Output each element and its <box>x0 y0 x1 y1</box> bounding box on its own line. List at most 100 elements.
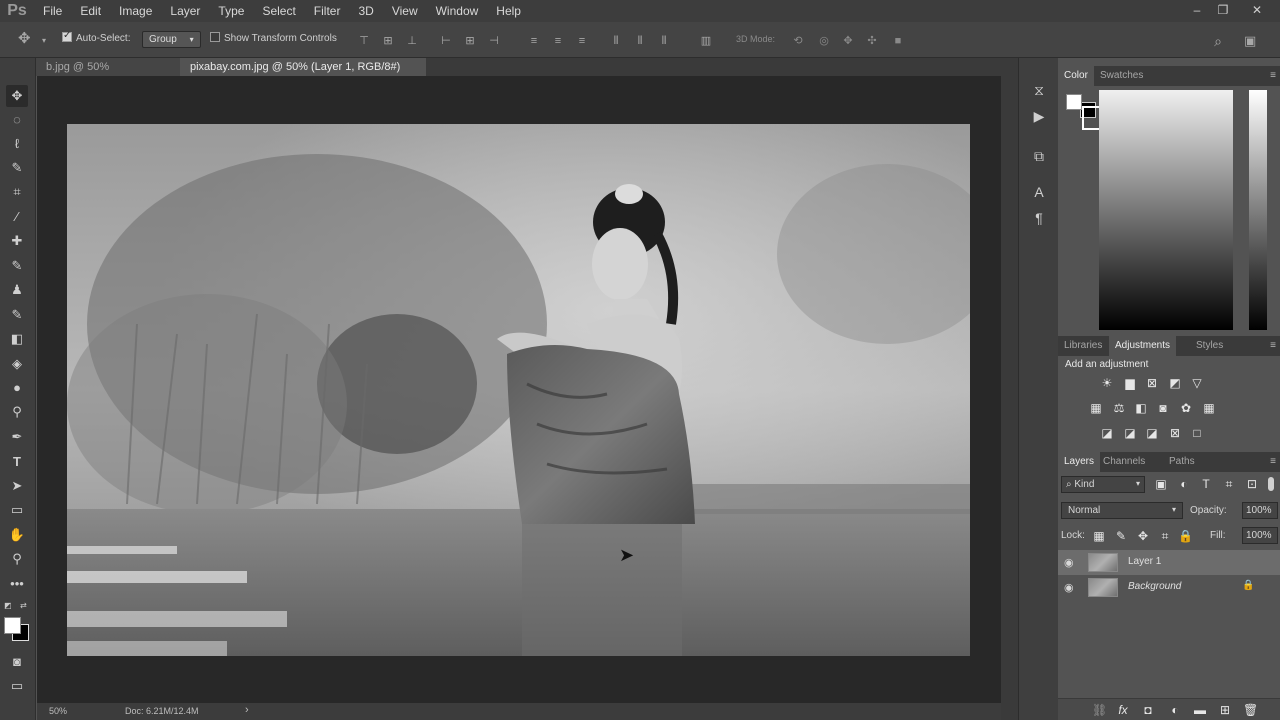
filter-type-icon[interactable]: T <box>1199 477 1213 491</box>
tab-adjustments[interactable]: Adjustments <box>1109 336 1177 356</box>
vertical-scrollbar[interactable] <box>1001 76 1018 720</box>
channel-mixer-icon[interactable]: ✿ <box>1179 401 1193 415</box>
quick-select-tool-icon[interactable]: ✎ <box>6 157 28 179</box>
opacity-input[interactable]: 100% <box>1242 502 1278 519</box>
screen-mode-icon[interactable]: ▭ <box>6 675 28 697</box>
photo-filter-icon[interactable]: ◙ <box>1156 401 1170 415</box>
more-tools-icon[interactable]: ••• <box>6 573 28 595</box>
auto-align-icon[interactable]: ▥ <box>700 35 712 47</box>
zoom-tool-icon[interactable]: ⚲ <box>6 548 28 570</box>
tab-layers[interactable]: Layers <box>1058 452 1101 472</box>
adjustments-panel-menu-icon[interactable]: ≡ <box>1270 340 1276 351</box>
healing-brush-tool-icon[interactable]: ✚ <box>6 230 28 252</box>
menu-type[interactable]: Type <box>209 4 253 18</box>
distribute-vcenter-icon[interactable]: ≡ <box>552 35 564 47</box>
lock-image-icon[interactable]: ✎ <box>1114 529 1128 543</box>
menu-select[interactable]: Select <box>253 4 304 18</box>
menu-image[interactable]: Image <box>110 4 161 18</box>
filter-adjustment-icon[interactable]: ◐ <box>1177 477 1191 491</box>
menu-help[interactable]: Help <box>487 4 530 18</box>
align-top-icon[interactable]: ⊤ <box>358 35 370 47</box>
new-layer-icon[interactable]: ⊞ <box>1218 703 1232 717</box>
distribute-left-icon[interactable]: ⦀ <box>610 35 622 47</box>
path-selection-tool-icon[interactable]: ➤ <box>6 475 28 497</box>
move-tool-preset-icon[interactable]: ✥ <box>18 31 31 46</box>
foreground-color-swatch[interactable] <box>4 617 21 634</box>
tab-libraries[interactable]: Libraries <box>1058 336 1108 356</box>
exposure-icon[interactable]: ◩ <box>1168 376 1182 390</box>
paint-bucket-tool-icon[interactable]: ◈ <box>6 353 28 375</box>
clone-stamp-tool-icon[interactable]: ♟ <box>6 279 28 301</box>
layer-name[interactable]: Background <box>1128 581 1181 592</box>
layer-filter-dropdown[interactable]: ⌕ Kind ▾ <box>1061 476 1145 493</box>
history-panel-icon[interactable]: ⧖ <box>1029 80 1049 100</box>
posterize-icon[interactable]: ◪ <box>1123 426 1137 440</box>
move-tool-icon[interactable]: ✥ <box>6 85 28 107</box>
filter-smart-object-icon[interactable]: ⊡ <box>1245 477 1259 491</box>
align-bottom-icon[interactable]: ⊥ <box>406 35 418 47</box>
lock-artboard-icon[interactable]: ⌗ <box>1158 529 1172 543</box>
menu-view[interactable]: View <box>383 4 427 18</box>
menu-3d[interactable]: 3D <box>349 4 382 18</box>
menu-layer[interactable]: Layer <box>161 4 209 18</box>
visibility-eye-icon[interactable]: ◉ <box>1064 556 1074 569</box>
distribute-right-icon[interactable]: ⦀ <box>658 35 670 47</box>
filter-shape-icon[interactable]: ⌗ <box>1222 477 1236 491</box>
black-white-icon[interactable]: ◧ <box>1134 401 1148 415</box>
curves-icon[interactable]: ⊠ <box>1145 376 1159 390</box>
fx-icon[interactable]: fx <box>1116 703 1130 717</box>
filter-toggle[interactable] <box>1268 477 1274 491</box>
quick-mask-icon[interactable]: ◙ <box>6 651 28 673</box>
eyedropper-tool-icon[interactable]: ⁄ <box>6 206 28 228</box>
pen-tool-icon[interactable]: ✒ <box>6 426 28 448</box>
workspace-icon[interactable]: ▣ <box>1244 34 1256 47</box>
new-group-icon[interactable]: ▬ <box>1193 703 1207 717</box>
blend-mode-dropdown[interactable]: Normal ▾ <box>1061 502 1183 519</box>
swap-colors-icon[interactable]: ⇄ <box>20 601 27 610</box>
delete-layer-icon[interactable]: 🗑 <box>1243 703 1258 717</box>
default-colors-icon[interactable]: ◩ <box>4 601 12 610</box>
3d-pan-icon[interactable]: ✥ <box>842 35 854 47</box>
actions-play-icon[interactable]: ▶ <box>1029 106 1049 126</box>
restore-button[interactable]: ❐ <box>1208 0 1238 22</box>
menu-filter[interactable]: Filter <box>305 4 350 18</box>
color-slider[interactable] <box>1249 90 1267 330</box>
invert-icon[interactable]: ◪ <box>1100 426 1114 440</box>
align-left-icon[interactable]: ⊢ <box>440 35 452 47</box>
color-balance-icon[interactable]: ⚖ <box>1112 401 1126 415</box>
tab-channels[interactable]: Channels <box>1097 452 1151 472</box>
dodge-tool-icon[interactable]: ⚲ <box>6 401 28 423</box>
tab-styles[interactable]: Styles <box>1190 336 1229 356</box>
align-hcenter-icon[interactable]: ⊞ <box>464 35 476 47</box>
preset-chevron-icon[interactable]: ▾ <box>38 35 50 47</box>
fill-input[interactable]: 100% <box>1242 527 1278 544</box>
3d-orbit-icon[interactable]: ⟲ <box>792 35 804 47</box>
auto-select-checkbox[interactable]: Auto-Select: <box>62 30 130 44</box>
lasso-tool-icon[interactable]: ℓ <box>6 133 28 155</box>
blur-tool-icon[interactable]: ● <box>6 377 28 399</box>
paragraph-panel-icon[interactable]: ¶ <box>1029 208 1049 228</box>
layers-panel-menu-icon[interactable]: ≡ <box>1270 456 1276 467</box>
3d-scale-icon[interactable]: ■ <box>892 35 904 47</box>
visibility-eye-icon[interactable]: ◉ <box>1064 581 1074 594</box>
color-lookup-icon[interactable]: ▦ <box>1202 401 1216 415</box>
tab-b-jpg[interactable]: b.jpg @ 50% (RGB/8#)× <box>36 58 180 91</box>
show-transform-checkbox[interactable]: Show Transform Controls <box>210 32 337 44</box>
auto-select-dropdown[interactable]: Group ▾ <box>142 31 201 48</box>
rectangle-tool-icon[interactable]: ▭ <box>6 499 28 521</box>
link-layers-icon[interactable]: ⛓ <box>1092 703 1107 717</box>
color-panel-menu-icon[interactable]: ≡ <box>1270 70 1276 81</box>
filter-pixel-icon[interactable]: ▣ <box>1154 477 1168 491</box>
brightness-contrast-icon[interactable]: ☀ <box>1100 376 1114 390</box>
lock-position-icon[interactable]: ✥ <box>1136 529 1150 543</box>
gradient-map-icon[interactable]: ⊠ <box>1168 426 1182 440</box>
document-image[interactable]: ➤ <box>67 124 970 656</box>
menu-file[interactable]: File <box>34 4 71 18</box>
marquee-tool-icon[interactable]: ◌ <box>6 109 28 131</box>
selective-color-icon[interactable]: □ <box>1190 426 1204 440</box>
add-mask-icon[interactable]: ◘ <box>1141 703 1155 717</box>
distribute-top-icon[interactable]: ≡ <box>528 35 540 47</box>
distribute-hcenter-icon[interactable]: ⦀ <box>634 35 646 47</box>
threshold-icon[interactable]: ◪ <box>1145 426 1159 440</box>
tab-paths[interactable]: Paths <box>1163 452 1201 472</box>
